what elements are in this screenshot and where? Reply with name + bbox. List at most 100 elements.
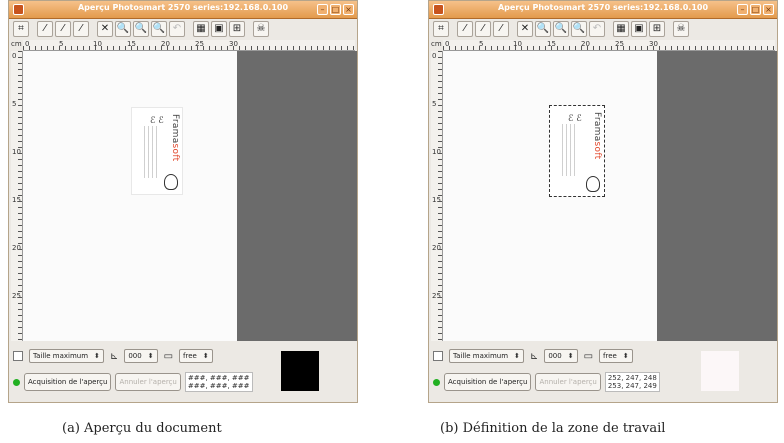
preview-options-row: Taille maximum ⬍ ⊾ 000 ⬍ ▭ free ⬍ (13, 347, 213, 365)
cancel-preview-button[interactable]: Annuler l'aperçu (535, 373, 601, 391)
rotation-select-value: 000 (128, 352, 142, 360)
scanner-preview-panel: Aperçu Photosmart 2570 series:192.168.0.… (8, 0, 358, 443)
pick-black-icon[interactable]: ⁄ (73, 21, 89, 37)
scanned-page[interactable]: ℰ ℰ Framasoft (443, 51, 657, 341)
figure-caption: (b) Définition de la zone de travail (440, 421, 666, 436)
card-brand: Framasoft (592, 112, 602, 159)
window-title: Aperçu Photosmart 2570 series:192.168.0.… (497, 3, 709, 12)
preview-canvas[interactable]: ℰ ℰ Framasoft (443, 51, 777, 341)
delete-selection-icon[interactable]: ✕ (517, 21, 533, 37)
pick-black-icon[interactable]: ⁄ (493, 21, 509, 37)
zoom-in-icon[interactable]: 🔍 (133, 21, 149, 37)
preview-toolbar: ⌗ ⁄ ⁄ ⁄ ✕ 🔍 🔍 🔍 ↶ ▦ ▣ ⊞ ☠ (433, 20, 689, 38)
ratio-select[interactable]: free ⬍ (179, 349, 213, 363)
zoom-selection-icon[interactable]: 🔍 (571, 21, 587, 37)
horizontal-ruler: 0 5 10 15 20 25 30 (23, 40, 355, 51)
maximize-icon[interactable]: □ (330, 4, 341, 15)
delete-selection-icon[interactable]: ✕ (97, 21, 113, 37)
new-area-icon[interactable]: ⊞ (649, 21, 665, 37)
close-icon[interactable]: × (343, 4, 354, 15)
card-glyph-icon: ℰ ℰ (150, 116, 164, 126)
pick-gray-icon[interactable]: ⁄ (55, 21, 71, 37)
combo-arrow-icon: ⬍ (514, 352, 520, 360)
ghostscript-icon[interactable]: ☠ (253, 21, 269, 37)
rotation-select[interactable]: 000 ⬍ (544, 349, 578, 363)
preview-actions-row: Acquisition de l'aperçu Annuler l'aperçu… (433, 371, 660, 393)
close-icon[interactable]: × (763, 4, 774, 15)
vertical-ruler: 0 5 10 15 20 25 (11, 51, 23, 341)
color-swatch (281, 351, 319, 391)
preserve-size-checkbox[interactable] (433, 351, 443, 361)
scanned-page[interactable]: ℰ ℰ Framasoft (23, 51, 237, 341)
ruler-v-label: 5 (432, 100, 437, 108)
pick-gray-icon[interactable]: ⁄ (475, 21, 491, 37)
card-brand: Framasoft (170, 114, 180, 161)
ruler-unit: cm (431, 40, 442, 48)
rotation-select[interactable]: 000 ⬍ (124, 349, 158, 363)
preview-canvas[interactable]: ℰ ℰ Framasoft (23, 51, 357, 341)
preview-window: Aperçu Photosmart 2570 series:192.168.0.… (428, 0, 778, 403)
select-area-icon[interactable]: ⌗ (433, 21, 449, 37)
zoom-in-icon[interactable]: 🔍 (553, 21, 569, 37)
ratio-icon: ▭ (163, 350, 174, 362)
size-select[interactable]: Taille maximum ⬍ (29, 349, 104, 363)
card-logo-icon (586, 176, 600, 192)
window-titlebar[interactable]: Aperçu Photosmart 2570 series:192.168.0.… (429, 1, 777, 19)
cancel-preview-button[interactable]: Annuler l'aperçu (115, 373, 181, 391)
combo-arrow-icon: ⬍ (202, 352, 209, 360)
combo-arrow-icon: ⬍ (622, 352, 629, 360)
size-select[interactable]: Taille maximum ⬍ (449, 349, 524, 363)
acquire-preview-button[interactable]: Acquisition de l'aperçu (444, 373, 532, 391)
card-brand-suffix: soft (592, 141, 602, 160)
rotation-icon: ⊾ (109, 350, 119, 362)
full-area-icon[interactable]: ▣ (211, 21, 227, 37)
card-brand-prefix: Frama (170, 114, 180, 144)
ghostscript-icon[interactable]: ☠ (673, 21, 689, 37)
preview-actions-row: Acquisition de l'aperçu Annuler l'aperçu… (13, 371, 253, 393)
card-text-lines (144, 126, 158, 178)
vertical-ruler: 0 5 10 15 20 25 (431, 51, 443, 341)
window-title: Aperçu Photosmart 2570 series:192.168.0.… (77, 3, 289, 12)
rgb-readout: 252, 247, 248 253, 247, 249 (604, 372, 660, 392)
selection-area[interactable]: ℰ ℰ Framasoft (549, 105, 605, 197)
rotation-select-value: 000 (548, 352, 562, 360)
card-text-lines (562, 124, 576, 176)
card-brand-prefix: Frama (592, 112, 602, 142)
horizontal-ruler: 0 5 10 15 20 25 30 (443, 40, 775, 51)
status-led-icon (13, 378, 20, 386)
autoselect-icon[interactable]: ▦ (613, 21, 629, 37)
ruler-v-label: 5 (12, 100, 17, 108)
card-brand-suffix: soft (170, 143, 180, 162)
minimize-icon[interactable]: – (317, 4, 328, 15)
business-card[interactable]: ℰ ℰ Framasoft (131, 107, 183, 195)
zoom-out-icon[interactable]: 🔍 (535, 21, 551, 37)
new-area-icon[interactable]: ⊞ (229, 21, 245, 37)
pick-white-icon[interactable]: ⁄ (37, 21, 53, 37)
ratio-select-value: free (183, 352, 197, 360)
minimize-icon[interactable]: – (737, 4, 748, 15)
rgb-readout: ###, ###, ### ###, ###, ### (184, 372, 253, 392)
card-logo-icon (164, 174, 178, 190)
pick-white-icon[interactable]: ⁄ (457, 21, 473, 37)
select-area-icon[interactable]: ⌗ (13, 21, 29, 37)
zoom-selection-icon[interactable]: 🔍 (151, 21, 167, 37)
combo-arrow-icon: ⬍ (147, 352, 154, 360)
ratio-select-value: free (603, 352, 617, 360)
rotation-icon: ⊾ (529, 350, 539, 362)
full-area-icon[interactable]: ▣ (631, 21, 647, 37)
window-titlebar[interactable]: Aperçu Photosmart 2570 series:192.168.0.… (9, 1, 357, 19)
combo-arrow-icon: ⬍ (94, 352, 100, 360)
zoom-undo-icon[interactable]: ↶ (589, 21, 605, 37)
size-select-value: Taille maximum (453, 352, 509, 360)
rgb-readout-line2: 253, 247, 249 (607, 382, 657, 390)
ruler-v-label: 0 (432, 52, 437, 60)
card-glyph-icon: ℰ ℰ (568, 114, 582, 124)
acquire-preview-button[interactable]: Acquisition de l'aperçu (24, 373, 112, 391)
size-select-value: Taille maximum (33, 352, 89, 360)
zoom-undo-icon[interactable]: ↶ (169, 21, 185, 37)
autoselect-icon[interactable]: ▦ (193, 21, 209, 37)
maximize-icon[interactable]: □ (750, 4, 761, 15)
preserve-size-checkbox[interactable] (13, 351, 23, 361)
ratio-select[interactable]: free ⬍ (599, 349, 633, 363)
zoom-out-icon[interactable]: 🔍 (115, 21, 131, 37)
